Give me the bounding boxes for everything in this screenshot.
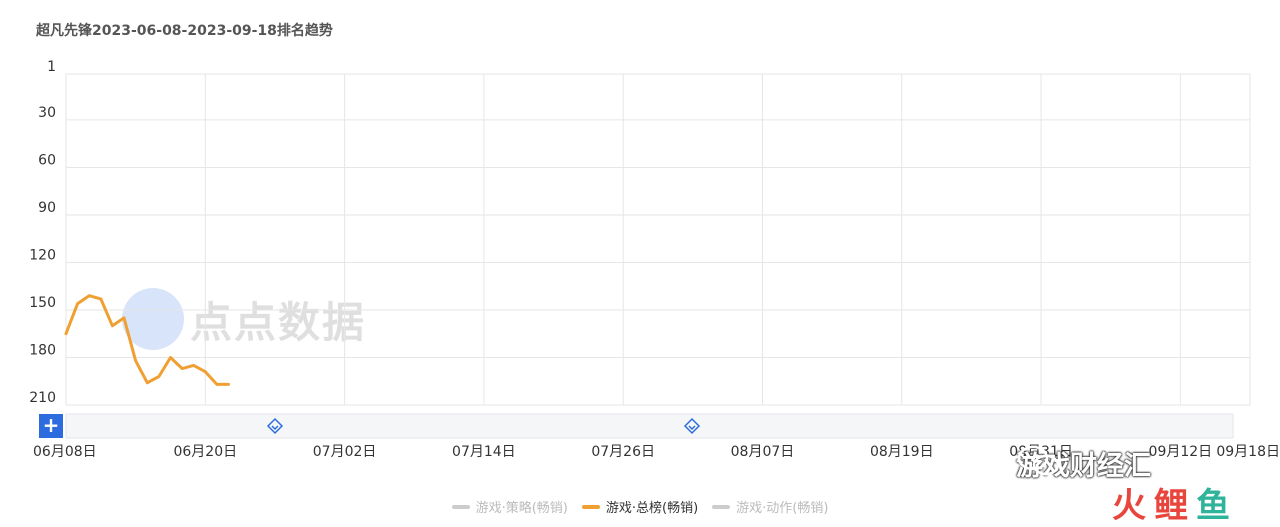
y-tick-label: 60 bbox=[38, 152, 56, 168]
y-tick-label: 1 bbox=[47, 59, 56, 75]
legend-swatch-icon bbox=[712, 504, 731, 509]
x-tick-label: 07月02日 bbox=[313, 444, 377, 460]
x-tick-label: 07月26日 bbox=[591, 444, 655, 460]
x-tick-label: 07月14日 bbox=[452, 444, 516, 460]
y-tick-label: 180 bbox=[29, 342, 56, 358]
legend-swatch-icon bbox=[451, 504, 470, 509]
x-tick-label: 08月19日 bbox=[870, 444, 934, 460]
legend-item[interactable]: 游戏·策略(畅销) bbox=[451, 497, 568, 516]
x-tick-label: 09月18日 bbox=[1216, 444, 1280, 460]
legend-item[interactable]: 游戏·总榜(畅销) bbox=[581, 497, 699, 516]
x-tick-label: 06月20日 bbox=[173, 444, 237, 460]
y-tick-label: 150 bbox=[29, 295, 56, 311]
zoom-plus-label: + bbox=[43, 413, 60, 437]
brand-char: 鱼 bbox=[1196, 486, 1230, 526]
x-tick-label: 06月08日 bbox=[33, 444, 97, 460]
legend-label: 游戏·动作(畅销) bbox=[736, 501, 829, 516]
y-tick-label: 210 bbox=[29, 390, 56, 406]
x-tick-label: 08月07日 bbox=[731, 444, 795, 460]
y-tick-label: 90 bbox=[38, 200, 56, 216]
y-tick-label: 120 bbox=[29, 247, 56, 263]
brand-char: 鲤 bbox=[1154, 486, 1188, 526]
brand-char: 火 bbox=[1112, 486, 1146, 526]
legend-item[interactable]: 游戏·动作(畅销) bbox=[712, 497, 828, 516]
rank-trend-chart: 1 30 60 90 120 150 180 210 +06月08日 06月20日 07月02日 07… bbox=[29, 59, 1280, 460]
brand-logo: 火 鲤 鱼 bbox=[1112, 478, 1230, 527]
y-tick-label: 30 bbox=[38, 105, 56, 121]
legend: 游戏·策略(畅销) 游戏·总榜(畅销) 游戏·动作(畅销) bbox=[0, 497, 1280, 516]
x-tick-label: 09月12日 bbox=[1149, 444, 1213, 460]
legend-label: 游戏·策略(畅销) bbox=[475, 501, 568, 516]
series-line bbox=[64, 294, 230, 386]
legend-swatch-icon bbox=[581, 504, 600, 509]
wechat-icon bbox=[1017, 445, 1060, 476]
zoom-slider-track[interactable] bbox=[65, 413, 1234, 439]
legend-label: 游戏·总榜(畅销) bbox=[605, 501, 699, 516]
